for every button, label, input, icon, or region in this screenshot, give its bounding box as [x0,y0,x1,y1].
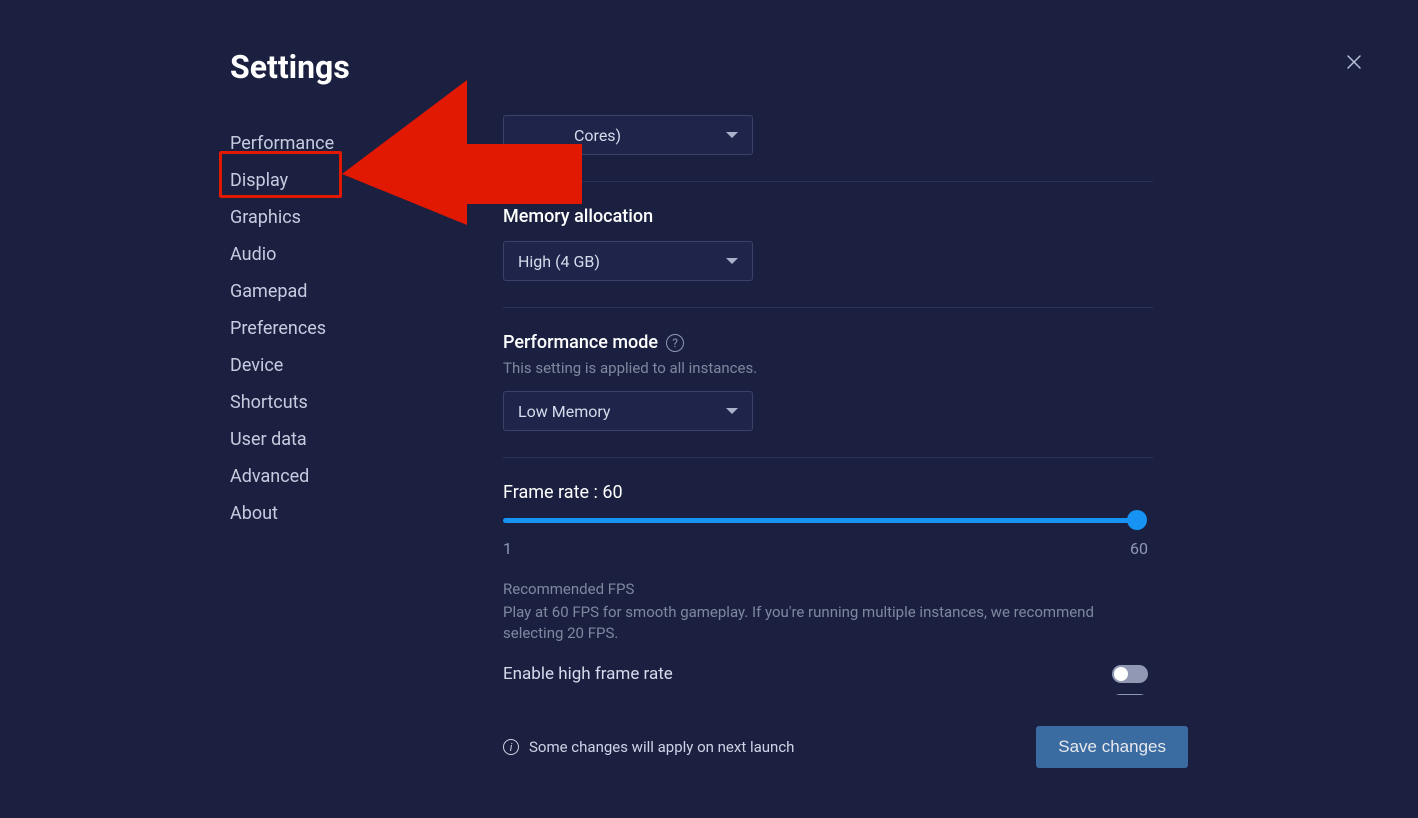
sidebar-item-shortcuts[interactable]: Shortcuts [230,384,410,421]
sidebar-item-user-data[interactable]: User data [230,421,410,458]
help-icon[interactable]: ? [666,334,684,352]
frame-rate-label-prefix: Frame rate : [503,482,602,503]
sidebar-item-display[interactable]: Display [230,162,410,199]
enable-high-frame-rate-row: Enable high frame rate [503,664,1148,684]
performance-mode-label-text: Performance mode [503,332,658,353]
info-icon: i [503,739,519,755]
chevron-down-icon [726,132,738,138]
frame-rate-value: 60 [602,482,622,503]
performance-mode-sublabel: This setting is applied to all instances… [503,359,1153,377]
slider-thumb[interactable] [1127,510,1147,530]
settings-footer: i Some changes will apply on next launch… [503,726,1188,768]
cpu-allocation-value: Cores) [574,126,621,145]
chevron-down-icon [726,408,738,414]
settings-sidebar: Performance Display Graphics Audio Gamep… [230,125,410,532]
recommended-fps-title: Recommended FPS [503,580,1153,598]
sidebar-item-about[interactable]: About [230,495,410,532]
chevron-down-icon [726,258,738,264]
frame-rate-label: Frame rate : 60 [503,482,1153,503]
slider-range-labels: 1 60 [503,539,1148,558]
memory-allocation-value: High (4 GB) [518,252,600,271]
close-icon [1345,53,1363,71]
sidebar-item-performance[interactable]: Performance [230,125,410,162]
memory-allocation-label: Memory allocation [503,206,1153,227]
close-button[interactable] [1340,48,1368,76]
save-changes-button[interactable]: Save changes [1036,726,1188,768]
page-title: Settings [230,48,350,86]
enable-vsync-label: Enable VSync (to prevent screen tearing) [503,694,809,695]
slider-max-label: 60 [1130,539,1148,558]
sidebar-item-advanced[interactable]: Advanced [230,458,410,495]
sidebar-item-audio[interactable]: Audio [230,236,410,273]
frame-rate-slider[interactable] [503,513,1143,529]
settings-content: CPU allocation Cores) Memory allocation … [503,115,1153,695]
performance-mode-label: Performance mode ? [503,332,1153,353]
cpu-allocation-dropdown[interactable]: Cores) [503,115,753,155]
enable-high-frame-rate-toggle[interactable] [1112,665,1148,683]
sidebar-item-device[interactable]: Device [230,347,410,384]
slider-track [503,518,1143,523]
memory-allocation-section: Memory allocation High (4 GB) [503,206,1153,308]
frame-rate-section: Frame rate : 60 1 60 Recommended FPS Pla… [503,482,1153,695]
footer-note: Some changes will apply on next launch [529,738,794,756]
sidebar-item-graphics[interactable]: Graphics [230,199,410,236]
cpu-allocation-section: CPU allocation Cores) [503,115,1153,182]
enable-vsync-row: Enable VSync (to prevent screen tearing) [503,694,1148,695]
sidebar-item-gamepad[interactable]: Gamepad [230,273,410,310]
memory-allocation-dropdown[interactable]: High (4 GB) [503,241,753,281]
slider-min-label: 1 [503,539,512,558]
sidebar-item-preferences[interactable]: Preferences [230,310,410,347]
performance-mode-section: Performance mode ? This setting is appli… [503,332,1153,458]
performance-mode-value: Low Memory [518,402,610,421]
enable-high-frame-rate-label: Enable high frame rate [503,664,673,684]
performance-mode-dropdown[interactable]: Low Memory [503,391,753,431]
enable-vsync-toggle[interactable] [1112,694,1148,695]
recommended-fps-body: Play at 60 FPS for smooth gameplay. If y… [503,602,1123,644]
